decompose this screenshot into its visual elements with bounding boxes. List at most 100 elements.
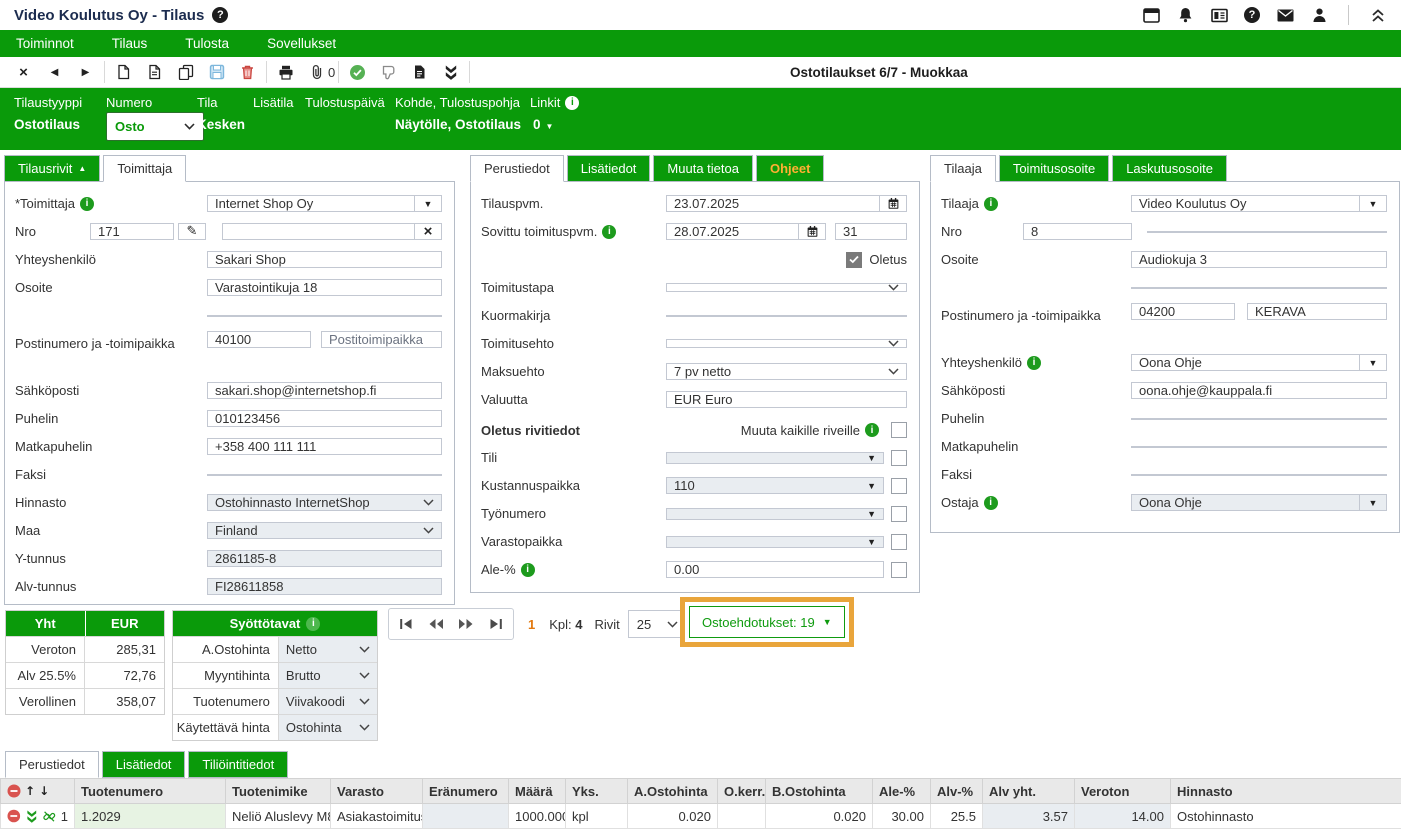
toimitusaika-days-input[interactable]: 31 bbox=[835, 223, 907, 240]
registry-card-icon[interactable] bbox=[1210, 6, 1228, 24]
col-yks[interactable]: Yks. bbox=[566, 779, 628, 804]
previous-record-icon[interactable]: ◀ bbox=[39, 60, 70, 84]
tyonumero-combo[interactable]: ▼ bbox=[666, 508, 884, 520]
menu-item-sovellukset[interactable]: Sovellukset bbox=[267, 36, 336, 51]
help-circle-icon[interactable]: ? bbox=[1244, 7, 1260, 23]
cell-ale[interactable]: 30.00 bbox=[873, 804, 931, 829]
cell-tuotenimike[interactable]: Neliö Aluslevy M8 bbox=[226, 804, 331, 829]
col-tuotenumero[interactable]: Tuotenumero bbox=[75, 779, 226, 804]
menu-item-tilaus[interactable]: Tilaus bbox=[112, 36, 148, 51]
cell-varasto[interactable]: Asiakastoimitus bbox=[331, 804, 423, 829]
rows-per-page-select[interactable]: 25 bbox=[628, 610, 687, 638]
muuta-kaikille-info-icon[interactable]: i bbox=[865, 423, 879, 437]
cell-maara[interactable]: 1000.000 bbox=[509, 804, 566, 829]
cell-o-kerr[interactable] bbox=[718, 804, 766, 829]
yhteyshenkilo-input[interactable]: Sakari Shop bbox=[207, 251, 442, 268]
sahkoposti-input[interactable]: sakari.shop@internetshop.fi bbox=[207, 382, 442, 399]
open-document-icon[interactable] bbox=[139, 60, 170, 84]
tilaaja-dropdown-button[interactable]: ▼ bbox=[1359, 195, 1387, 212]
print-icon[interactable] bbox=[270, 60, 301, 84]
tili-checkbox[interactable] bbox=[891, 450, 907, 466]
maksuehto-select[interactable]: 7 pv netto bbox=[666, 363, 907, 380]
tilaaja-info-icon[interactable]: i bbox=[984, 197, 998, 211]
toimittaja-combo[interactable]: Internet Shop Oy bbox=[207, 195, 415, 212]
ale-checkbox[interactable] bbox=[891, 562, 907, 578]
muuta-kaikille-checkbox[interactable] bbox=[891, 422, 907, 438]
reject-thumbs-down-icon[interactable] bbox=[373, 60, 404, 84]
ostaja-dropdown-button[interactable]: ▼ bbox=[1359, 494, 1387, 511]
sovittu-input[interactable]: 28.07.2025 bbox=[666, 223, 799, 240]
ostaja-info-icon[interactable]: i bbox=[984, 496, 998, 510]
toimittaja-info-icon[interactable]: i bbox=[80, 197, 94, 211]
customer-faksi-input[interactable] bbox=[1131, 474, 1387, 476]
help-icon[interactable]: ? bbox=[212, 7, 228, 23]
col-alv[interactable]: Alv-% bbox=[931, 779, 983, 804]
kustannuspaikka-checkbox[interactable] bbox=[891, 478, 907, 494]
kuormakirja-input[interactable] bbox=[666, 315, 907, 317]
tili-combo[interactable]: ▼ bbox=[666, 452, 884, 464]
tab-toimittaja[interactable]: Toimittaja bbox=[103, 155, 186, 182]
toimipaikka-input[interactable]: Postitoimipaikka bbox=[321, 331, 442, 348]
tab-muuta-tietoa[interactable]: Muuta tietoa bbox=[653, 155, 753, 182]
menu-item-tulosta[interactable]: Tulosta bbox=[185, 36, 229, 51]
col-alv-yht[interactable]: Alv yht. bbox=[983, 779, 1075, 804]
col-b-ostohinta[interactable]: B.Ostohinta bbox=[766, 779, 873, 804]
sort-down-icon[interactable]: ↓ bbox=[39, 784, 49, 798]
faksi-input[interactable] bbox=[207, 474, 442, 476]
toimitustapa-select[interactable] bbox=[666, 283, 907, 292]
toimitusehto-select[interactable] bbox=[666, 339, 907, 348]
linkit-value[interactable]: 0▼ bbox=[533, 117, 553, 132]
a-ostohinta-select[interactable]: Netto bbox=[278, 637, 377, 662]
tuotenumero-select[interactable]: Viivakoodi bbox=[278, 689, 377, 714]
menu-item-toiminnot[interactable]: Toiminnot bbox=[16, 36, 74, 51]
calendar-icon[interactable] bbox=[798, 223, 826, 240]
sovittu-info-icon[interactable]: i bbox=[602, 225, 616, 239]
col-ale[interactable]: Ale-% bbox=[873, 779, 931, 804]
report-document-icon[interactable] bbox=[404, 60, 435, 84]
tab-lines-lisatiedot[interactable]: Lisätiedot bbox=[102, 751, 186, 778]
customer-toimipaikka-input[interactable]: KERAVA bbox=[1247, 303, 1387, 320]
purchase-suggestions-button[interactable]: Ostoehdotukset: 19 ▼ bbox=[689, 606, 845, 638]
close-icon[interactable]: × bbox=[8, 60, 39, 84]
yhteyshenkilo-info-icon[interactable]: i bbox=[1027, 356, 1041, 370]
col-a-ostohinta[interactable]: A.Ostohinta bbox=[628, 779, 718, 804]
approve-icon[interactable] bbox=[342, 60, 373, 84]
valuutta-input[interactable]: EUR Euro bbox=[666, 391, 907, 408]
next-record-icon[interactable]: ▶ bbox=[70, 60, 101, 84]
linkit-info-icon[interactable]: i bbox=[565, 96, 579, 110]
tilauspvm-input[interactable]: 23.07.2025 bbox=[666, 195, 880, 212]
col-maara[interactable]: Määrä bbox=[509, 779, 566, 804]
osoite-input-2[interactable] bbox=[207, 315, 442, 317]
numero-select[interactable]: Osto bbox=[106, 112, 204, 141]
tab-tilausrivit[interactable]: Tilausrivit▲ bbox=[4, 155, 100, 182]
notifications-bell-icon[interactable] bbox=[1176, 6, 1194, 24]
previous-page-icon[interactable] bbox=[421, 611, 451, 637]
customer-osoite-input-2[interactable] bbox=[1131, 287, 1387, 289]
window-icon[interactable] bbox=[1142, 6, 1160, 24]
tab-laskutusosoite[interactable]: Laskutusosoite bbox=[1112, 155, 1227, 182]
cell-yks[interactable]: kpl bbox=[566, 804, 628, 829]
copy-icon[interactable] bbox=[170, 60, 201, 84]
expand-row-icon[interactable] bbox=[25, 809, 39, 823]
user-icon[interactable] bbox=[1310, 6, 1328, 24]
customer-yhteyshenkilo-combo[interactable]: Oona Ohje bbox=[1131, 354, 1360, 371]
oletus-checkbox[interactable] bbox=[846, 252, 862, 268]
calendar-icon[interactable] bbox=[879, 195, 907, 212]
customer-sahkoposti-input[interactable]: oona.ohje@kauppala.fi bbox=[1131, 382, 1387, 399]
yhteyshenkilo-dropdown-button[interactable]: ▼ bbox=[1359, 354, 1387, 371]
customer-osoite-input-1[interactable]: Audiokuja 3 bbox=[1131, 251, 1387, 268]
cell-a-ostohinta[interactable]: 0.020 bbox=[628, 804, 718, 829]
customer-postinumero-input[interactable]: 04200 bbox=[1131, 303, 1235, 320]
ale-input[interactable]: 0.00 bbox=[666, 561, 884, 578]
input-modes-info-icon[interactable]: i bbox=[306, 617, 320, 631]
tab-ohjeet[interactable]: Ohjeet bbox=[756, 155, 824, 182]
cell-tuotenumero[interactable]: 1.2029 bbox=[75, 804, 226, 829]
save-icon[interactable] bbox=[201, 60, 232, 84]
supplier-nro-input[interactable]: 171 bbox=[90, 223, 174, 240]
hinnasto-select[interactable]: Ostohinnasto InternetShop bbox=[207, 494, 442, 511]
col-tuotenimike[interactable]: Tuotenimike bbox=[226, 779, 331, 804]
varastopaikka-combo[interactable]: ▼ bbox=[666, 536, 884, 548]
import-rows-icon[interactable] bbox=[435, 60, 466, 84]
col-eranumero[interactable]: Eränumero bbox=[423, 779, 509, 804]
col-varasto[interactable]: Varasto bbox=[331, 779, 423, 804]
